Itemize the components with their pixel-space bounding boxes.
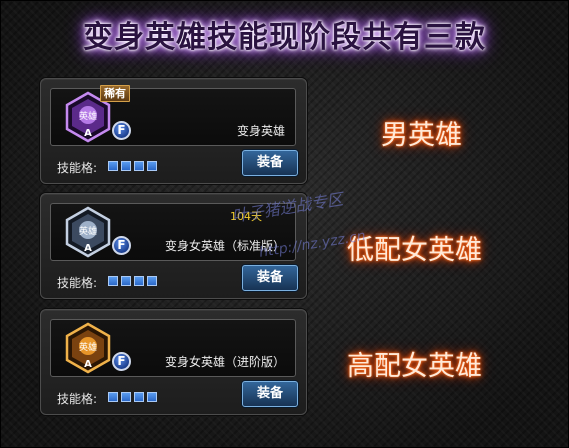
skill-slot bbox=[134, 276, 144, 286]
skill-card-info-panel: 英雄 A F 变身女英雄（进阶版） bbox=[50, 319, 296, 377]
skill-slots-label: 技能格: bbox=[57, 161, 98, 175]
badge-text: 英雄 bbox=[79, 341, 97, 353]
grade-text: A bbox=[84, 128, 92, 139]
badge-text: 英雄 bbox=[79, 110, 97, 122]
skill-slot bbox=[121, 161, 131, 171]
side-label-male-hero: 男英雄 bbox=[381, 120, 462, 151]
rarity-tag: 稀有 bbox=[100, 85, 130, 102]
skill-card-female-hero-advanced: 英雄 A F 变身女英雄（进阶版） 技能格: 装备 bbox=[40, 309, 307, 415]
grade-text: A bbox=[84, 243, 92, 254]
skill-card-info-panel: 英雄 A 稀有 F 变身英雄 bbox=[50, 85, 296, 146]
side-label-low-config-female-hero: 低配女英雄 bbox=[347, 235, 482, 266]
equip-button[interactable]: 装备 bbox=[242, 265, 298, 291]
skill-slot bbox=[121, 392, 131, 402]
headline: 变身英雄技能现阶段共有三款 bbox=[83, 20, 486, 55]
f-key-icon: F bbox=[112, 352, 131, 371]
skill-slot bbox=[108, 276, 118, 286]
side-label-high-config-female-hero: 高配女英雄 bbox=[347, 351, 482, 382]
equip-button[interactable]: 装备 bbox=[242, 150, 298, 176]
hero-name: 变身女英雄（进阶版） bbox=[164, 355, 285, 369]
skill-slot bbox=[147, 392, 157, 402]
skill-slots bbox=[108, 392, 157, 402]
skill-card-male-hero: 英雄 A 稀有 F 变身英雄 技能格: 装备 bbox=[40, 78, 307, 184]
f-key-icon: F bbox=[112, 121, 131, 140]
grade-text: A bbox=[84, 359, 92, 370]
skill-slots-label: 技能格: bbox=[57, 276, 98, 290]
skill-slots bbox=[108, 276, 157, 286]
f-key-icon: F bbox=[112, 236, 131, 255]
skill-slot bbox=[108, 392, 118, 402]
skill-slot bbox=[134, 161, 144, 171]
skill-slot bbox=[108, 161, 118, 171]
equip-button[interactable]: 装备 bbox=[242, 381, 298, 407]
skill-slot bbox=[147, 161, 157, 171]
hero-badge-icon: 英雄 A bbox=[63, 206, 113, 258]
skill-slots-label: 技能格: bbox=[57, 392, 98, 406]
skill-slot bbox=[121, 276, 131, 286]
skill-slot bbox=[147, 276, 157, 286]
hero-name: 变身英雄 bbox=[236, 124, 285, 138]
skill-slots bbox=[108, 161, 157, 171]
skill-slot bbox=[134, 392, 144, 402]
badge-text: 英雄 bbox=[79, 225, 97, 237]
hero-badge-icon: 英雄 A bbox=[63, 322, 113, 374]
